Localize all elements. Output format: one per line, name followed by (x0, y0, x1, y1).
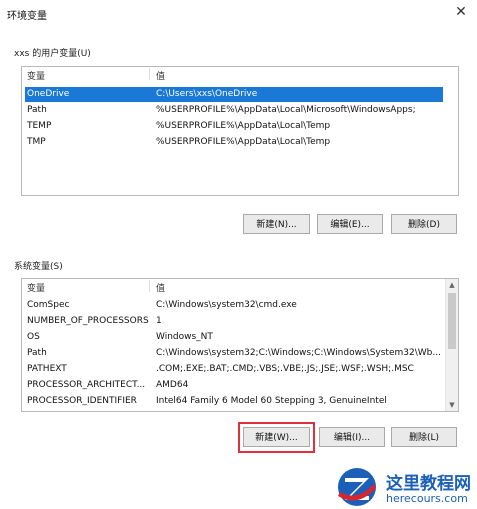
system-edit-button[interactable]: 编辑(I)... (319, 427, 385, 447)
user-edit-button[interactable]: 编辑(E)... (317, 214, 383, 234)
variable-value: C:\Windows\system32\cmd.exe (156, 300, 297, 310)
window-title: 环境变量 (7, 11, 47, 22)
table-row[interactable]: TEMP %USERPROFILE%\AppData\Local\Temp (25, 119, 443, 134)
highlight-annotation (238, 422, 315, 453)
system-variables-list[interactable]: 变量 值 ComSpec C:\Windows\system32\cmd.exe… (21, 278, 459, 412)
user-variables-label: xxs 的用户变量(U) (14, 49, 91, 59)
variable-value: %USERPROFILE%\AppData\Local\Temp (156, 137, 331, 147)
watermark-url: herecours.com (386, 492, 468, 505)
table-row[interactable]: OneDrive C:\Users\xxs\OneDrive (25, 87, 443, 102)
variable-value: Intel64 Family 6 Model 60 Stepping 3, Ge… (156, 396, 387, 406)
user-delete-button[interactable]: 删除(D) (391, 214, 457, 234)
variable-name: PROCESSOR_ARCHITECT... (27, 380, 146, 390)
scroll-down-arrow-icon[interactable]: ▼ (446, 399, 458, 411)
scroll-up-arrow-icon[interactable]: ▲ (446, 279, 458, 291)
table-row[interactable]: OS Windows_NT (25, 330, 443, 345)
vertical-scrollbar[interactable]: ▲ ▼ (445, 279, 458, 411)
variable-name: OS (27, 332, 40, 342)
watermark-logo-icon (338, 468, 376, 506)
table-row[interactable]: ComSpec C:\Windows\system32\cmd.exe (25, 298, 443, 313)
table-row[interactable]: PROCESSOR_ARCHITECT... AMD64 (25, 378, 443, 393)
table-row[interactable]: NUMBER_OF_PROCESSORS 1 (25, 314, 443, 329)
variable-name: ComSpec (27, 300, 70, 310)
variable-name: OneDrive (27, 89, 70, 99)
variable-name: PATHEXT (27, 364, 67, 374)
variable-value: AMD64 (156, 380, 189, 390)
system-variables-header: 变量 值 (22, 279, 458, 294)
variable-value: 1 (156, 316, 162, 326)
variable-name: TMP (27, 137, 46, 147)
header-divider (149, 280, 150, 292)
header-divider (149, 68, 150, 80)
variable-value: .COM;.EXE;.BAT;.CMD;.VBS;.VBE;.JS;.JSE;.… (156, 364, 414, 374)
table-row[interactable]: PATHEXT .COM;.EXE;.BAT;.CMD;.VBS;.VBE;.J… (25, 362, 443, 377)
variable-value: C:\Windows\system32;C:\Windows;C:\Window… (156, 348, 441, 358)
header-variable[interactable]: 变量 (27, 281, 45, 294)
title-bar: 环境变量 ✕ (0, 0, 477, 26)
watermark-title: 这里教程网 (386, 474, 471, 494)
table-row[interactable]: TMP %USERPROFILE%\AppData\Local\Temp (25, 135, 443, 150)
variable-name: NUMBER_OF_PROCESSORS (27, 316, 149, 326)
system-variables-label: 系统变量(S) (14, 262, 63, 272)
table-row[interactable]: Path %USERPROFILE%\AppData\Local\Microso… (25, 103, 443, 118)
header-value[interactable]: 值 (156, 69, 165, 82)
scrollbar-thumb[interactable] (448, 293, 456, 349)
table-row[interactable]: Path C:\Windows\system32;C:\Windows;C:\W… (25, 346, 443, 361)
user-variables-header: 变量 值 (22, 67, 458, 82)
user-variables-list[interactable]: 变量 值 OneDrive C:\Users\xxs\OneDrive Path… (21, 66, 459, 196)
user-new-button[interactable]: 新建(N)... (243, 214, 310, 234)
variable-name: TEMP (27, 121, 52, 131)
variable-value: C:\Users\xxs\OneDrive (156, 89, 258, 99)
header-variable[interactable]: 变量 (27, 69, 45, 82)
variable-value: %USERPROFILE%\AppData\Local\Temp (156, 121, 331, 131)
variable-value: Windows_NT (156, 332, 213, 342)
variable-name: PROCESSOR_IDENTIFIER (27, 396, 137, 406)
variable-value: %USERPROFILE%\AppData\Local\Microsoft\Wi… (156, 105, 416, 115)
table-row[interactable]: PROCESSOR_IDENTIFIER Intel64 Family 6 Mo… (25, 394, 443, 409)
variable-name: Path (27, 348, 47, 358)
environment-variables-dialog: 环境变量 ✕ xxs 的用户变量(U) 变量 值 OneDrive C:\Use… (0, 0, 477, 509)
header-value[interactable]: 值 (156, 281, 165, 294)
watermark: 这里教程网 herecours.com (336, 464, 477, 509)
close-button[interactable]: ✕ (451, 3, 471, 21)
variable-name: Path (27, 105, 47, 115)
system-delete-button[interactable]: 删除(L) (391, 427, 457, 447)
